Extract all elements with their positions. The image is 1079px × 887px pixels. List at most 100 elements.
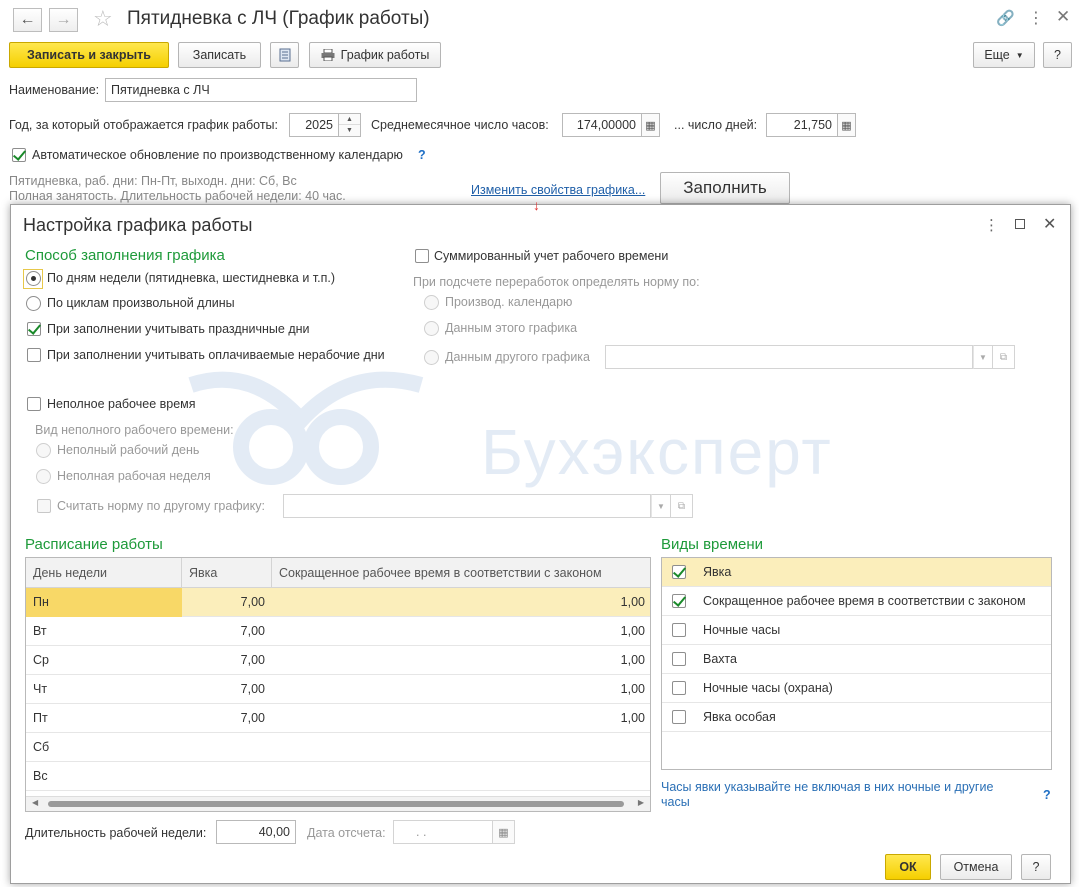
cell-attendance[interactable]: 7,00 [182,588,272,617]
by-weekdays-radio[interactable] [26,271,41,286]
document-list-button[interactable] [270,42,299,68]
cell-day[interactable]: Вт [26,617,182,646]
time-type-checkbox[interactable] [672,681,686,695]
spin-down-icon[interactable]: ▼ [339,125,360,136]
cell-day[interactable]: Сб [26,733,182,762]
year-spinner[interactable]: ▲ ▼ [339,113,361,137]
table-row[interactable]: Пн 7,00 1,00 [26,588,650,617]
part-week-radio[interactable] [36,469,51,484]
more-vert-icon[interactable]: ⋮ [984,216,999,234]
cell-reduced[interactable]: 1,00 [272,675,650,704]
cell-day[interactable]: Чт [26,675,182,704]
column-header-reduced[interactable]: Сокращенное рабочее время в соответствии… [272,558,650,588]
prod-calendar-radio[interactable] [424,295,439,310]
year-input[interactable]: 2025 [289,113,339,137]
this-schedule-radio[interactable] [424,321,439,336]
back-button[interactable]: ← [13,8,42,32]
scroll-left-icon[interactable]: ◀ [32,798,38,807]
close-icon[interactable]: ✕ [1056,7,1070,27]
cell-reduced[interactable] [272,762,650,791]
horizontal-scrollbar[interactable]: ◀ ▶ [26,796,650,811]
table-row[interactable]: Вс [26,762,650,791]
table-row[interactable]: Пт 7,00 1,00 [26,704,650,733]
calculator-icon[interactable]: ▦ [838,113,856,137]
table-row[interactable]: Ср 7,00 1,00 [26,646,650,675]
time-type-checkbox[interactable] [672,652,686,666]
week-length-input[interactable]: 40,00 [216,820,296,844]
norm-other-checkbox[interactable] [37,499,51,513]
cancel-button[interactable]: Отмена [940,854,1012,880]
star-icon[interactable]: ☆ [93,6,113,32]
other-schedule-select[interactable] [605,345,973,369]
cell-attendance[interactable]: 7,00 [182,704,272,733]
list-item[interactable]: Сокращенное рабочее время в соответствии… [662,587,1051,616]
calculator-icon[interactable]: ▦ [642,113,660,137]
table-row[interactable]: Чт 7,00 1,00 [26,675,650,704]
cell-attendance[interactable]: 7,00 [182,617,272,646]
help-button[interactable]: ? [1021,854,1051,880]
summarized-checkbox[interactable] [415,249,429,263]
list-item[interactable]: Вахта [662,645,1051,674]
more-vert-icon[interactable]: ⋮ [1028,8,1044,28]
link-icon[interactable]: 🔗 [996,9,1015,27]
save-button[interactable]: Записать [178,42,261,68]
scrollbar-thumb[interactable] [48,801,624,807]
scroll-right-icon[interactable]: ▶ [638,798,644,807]
time-type-checkbox[interactable] [672,594,686,608]
chevron-down-icon[interactable]: ▼ [651,494,671,518]
cell-reduced[interactable]: 1,00 [272,704,650,733]
ok-button[interactable]: ОК [885,854,931,880]
fill-button[interactable]: Заполнить [660,172,790,204]
column-header-day[interactable]: День недели [26,558,182,588]
help-button[interactable]: ? [1043,42,1072,68]
paid-nonwork-checkbox[interactable] [27,348,41,362]
time-type-checkbox[interactable] [672,565,686,579]
more-button[interactable]: Еще ▼ [973,42,1035,68]
cell-day[interactable]: Ср [26,646,182,675]
part-time-checkbox[interactable] [27,397,41,411]
list-item[interactable]: Явка [662,558,1051,587]
cell-attendance[interactable] [182,762,272,791]
maximize-icon[interactable] [1015,219,1025,229]
cell-attendance[interactable]: 7,00 [182,675,272,704]
open-icon[interactable]: ⧉ [993,345,1015,369]
list-item[interactable]: Явка особая [662,703,1051,732]
cell-attendance[interactable] [182,733,272,762]
list-item[interactable]: Ночные часы (охрана) [662,674,1051,703]
holidays-checkbox[interactable] [27,322,41,336]
save-close-button[interactable]: Записать и закрыть [9,42,169,68]
by-cycles-radio[interactable] [26,296,41,311]
cell-day[interactable]: Пт [26,704,182,733]
table-row[interactable]: Вт 7,00 1,00 [26,617,650,646]
list-item[interactable]: Ночные часы [662,616,1051,645]
other-schedule-radio[interactable] [424,350,439,365]
time-type-checkbox[interactable] [672,710,686,724]
column-header-attendance[interactable]: Явка [182,558,272,588]
help-icon[interactable]: ? [418,148,426,162]
days-input[interactable]: 21,750 [766,113,838,137]
chevron-down-icon[interactable]: ▼ [973,345,993,369]
forward-button[interactable]: → [49,8,78,32]
cell-reduced[interactable]: 1,00 [272,646,650,675]
ref-date-input[interactable]: . . [393,820,493,844]
cell-reduced[interactable]: 1,00 [272,617,650,646]
calendar-icon[interactable]: ▦ [493,820,515,844]
change-properties-link[interactable]: Изменить свойства графика... [471,183,645,197]
close-icon[interactable]: ✕ [1043,214,1056,234]
time-type-checkbox[interactable] [672,623,686,637]
cell-reduced[interactable]: 1,00 [272,588,650,617]
schedule-button[interactable]: График работы [309,42,441,68]
open-icon[interactable]: ⧉ [671,494,693,518]
part-day-radio[interactable] [36,443,51,458]
spin-up-icon[interactable]: ▲ [339,114,360,125]
cell-reduced[interactable] [272,733,650,762]
cell-day[interactable]: Пн [26,588,182,617]
cell-day[interactable]: Вс [26,762,182,791]
cell-attendance[interactable]: 7,00 [182,646,272,675]
help-icon[interactable]: ? [1043,788,1051,802]
norm-other-select[interactable] [283,494,651,518]
auto-update-checkbox[interactable] [12,148,26,162]
table-row[interactable]: Сб [26,733,650,762]
name-input[interactable]: Пятидневка с ЛЧ [105,78,417,102]
avg-hours-input[interactable]: 174,00000 [562,113,642,137]
